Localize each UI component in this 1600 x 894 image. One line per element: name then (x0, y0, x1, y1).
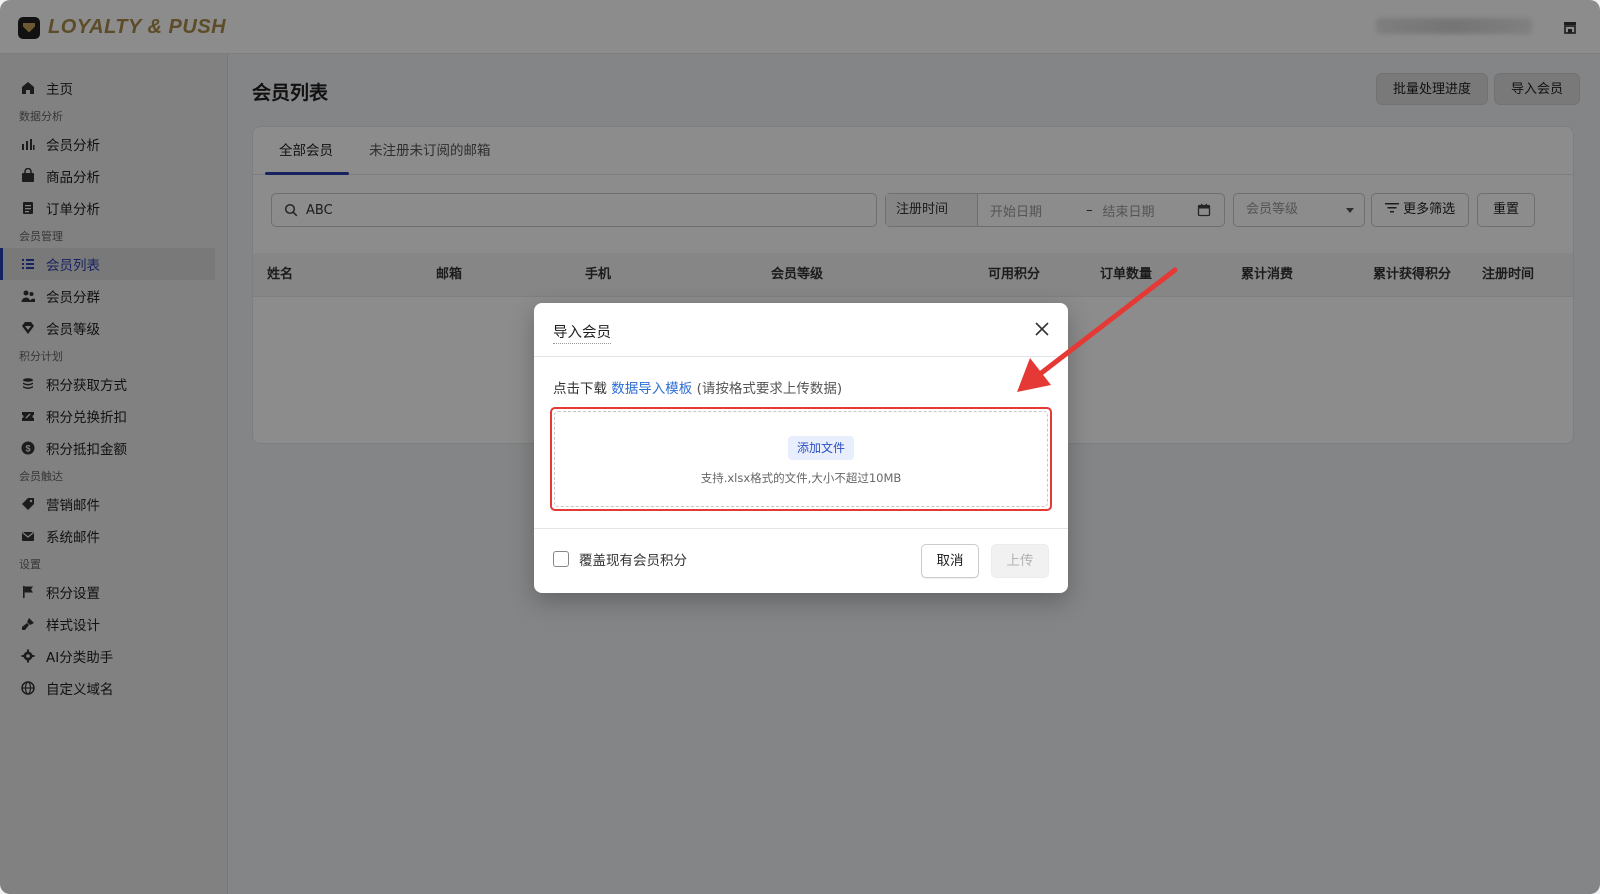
template-tip: 点击下载 数据导入模板 (请按格式要求上传数据) (553, 377, 842, 397)
file-dropzone[interactable]: 添加文件 支持.xlsx格式的文件,大小不超过10MB (554, 411, 1048, 507)
tip-suffix: (请按格式要求上传数据) (696, 381, 843, 397)
dialog-header: 导入会员 (534, 303, 1068, 357)
app-window: LOYALTY & PUSH 主页 数据分析 会员分析 商品分析 订单分析 会员… (0, 0, 1600, 894)
download-template-link[interactable]: 数据导入模板 (611, 381, 692, 397)
import-members-dialog: 导入会员 点击下载 数据导入模板 (请按格式要求上传数据) 添加文件 支持.xl… (534, 303, 1068, 593)
overwrite-points-label[interactable]: 覆盖现有会员积分 (579, 549, 687, 569)
close-icon[interactable] (1032, 319, 1052, 339)
dialog-footer: 覆盖现有会员积分 取消 上传 (534, 528, 1068, 593)
cancel-button[interactable]: 取消 (921, 544, 979, 578)
upload-button[interactable]: 上传 (991, 544, 1049, 578)
add-file-button[interactable]: 添加文件 (788, 436, 854, 460)
tip-prefix: 点击下载 (553, 381, 607, 397)
file-format-hint: 支持.xlsx格式的文件,大小不超过10MB (700, 471, 902, 485)
overwrite-points-checkbox[interactable] (553, 551, 569, 567)
dialog-title: 导入会员 (553, 321, 611, 344)
